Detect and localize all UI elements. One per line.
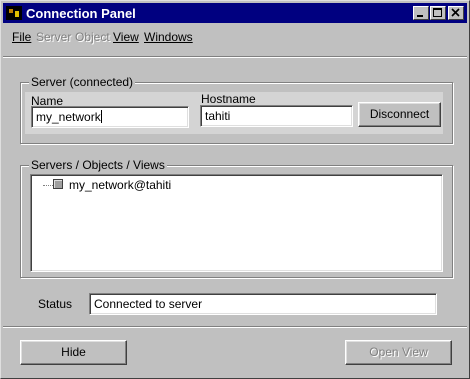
open-view-label: Open View <box>369 345 428 359</box>
menu-view[interactable]: View <box>113 30 139 44</box>
maximize-icon <box>433 8 442 17</box>
close-icon <box>451 8 460 17</box>
menu-bar: File Server Object View Windows <box>3 25 467 45</box>
menu-server[interactable]: Server <box>36 30 71 44</box>
hide-button[interactable]: Hide <box>20 340 127 365</box>
menu-object[interactable]: Object <box>75 30 110 44</box>
window-title: Connection Panel <box>26 6 136 21</box>
menu-object-label: Object <box>75 30 110 44</box>
tree-connector <box>43 185 53 186</box>
disconnect-button[interactable]: Disconnect <box>358 102 441 127</box>
hide-label: Hide <box>61 345 86 359</box>
status-value: Connected to server <box>94 297 203 311</box>
menu-divider <box>3 56 467 58</box>
app-icon <box>6 6 22 20</box>
hostname-value: tahiti <box>205 109 231 123</box>
menu-view-label: View <box>113 30 139 44</box>
connection-panel-window: Connection Panel File Server Object View… <box>0 0 470 379</box>
menu-file[interactable]: File <box>12 30 31 44</box>
disconnect-label: Disconnect <box>369 107 430 121</box>
minimize-button[interactable] <box>413 6 429 20</box>
status-label: Status <box>38 297 73 311</box>
server-group-label: Server (connected) <box>29 75 136 89</box>
name-value: my_network <box>36 110 101 124</box>
name-input[interactable]: my_network <box>31 106 189 128</box>
footer-divider <box>3 326 467 328</box>
maximize-button[interactable] <box>430 6 446 20</box>
title-bar[interactable]: Connection Panel <box>3 3 467 23</box>
object-tree[interactable]: my_network@tahiti <box>30 174 443 272</box>
hostname-label: Hostname <box>201 92 256 106</box>
menu-server-label: Server <box>36 30 72 44</box>
tree-group-label: Servers / Objects / Views <box>29 158 167 172</box>
menu-windows[interactable]: Windows <box>144 30 193 44</box>
menu-windows-label: Windows <box>144 30 193 44</box>
menu-file-label: File <box>12 30 32 44</box>
tree-item-label: my_network@tahiti <box>69 178 172 192</box>
hostname-input[interactable]: tahiti <box>200 105 353 127</box>
status-field: Connected to server <box>89 293 437 315</box>
text-caret <box>100 110 102 123</box>
minimize-icon <box>417 15 423 17</box>
tree-item[interactable]: my_network@tahiti <box>31 175 441 193</box>
open-view-button[interactable]: Open View <box>345 340 452 365</box>
server-icon <box>53 179 63 189</box>
close-button[interactable] <box>448 6 464 20</box>
